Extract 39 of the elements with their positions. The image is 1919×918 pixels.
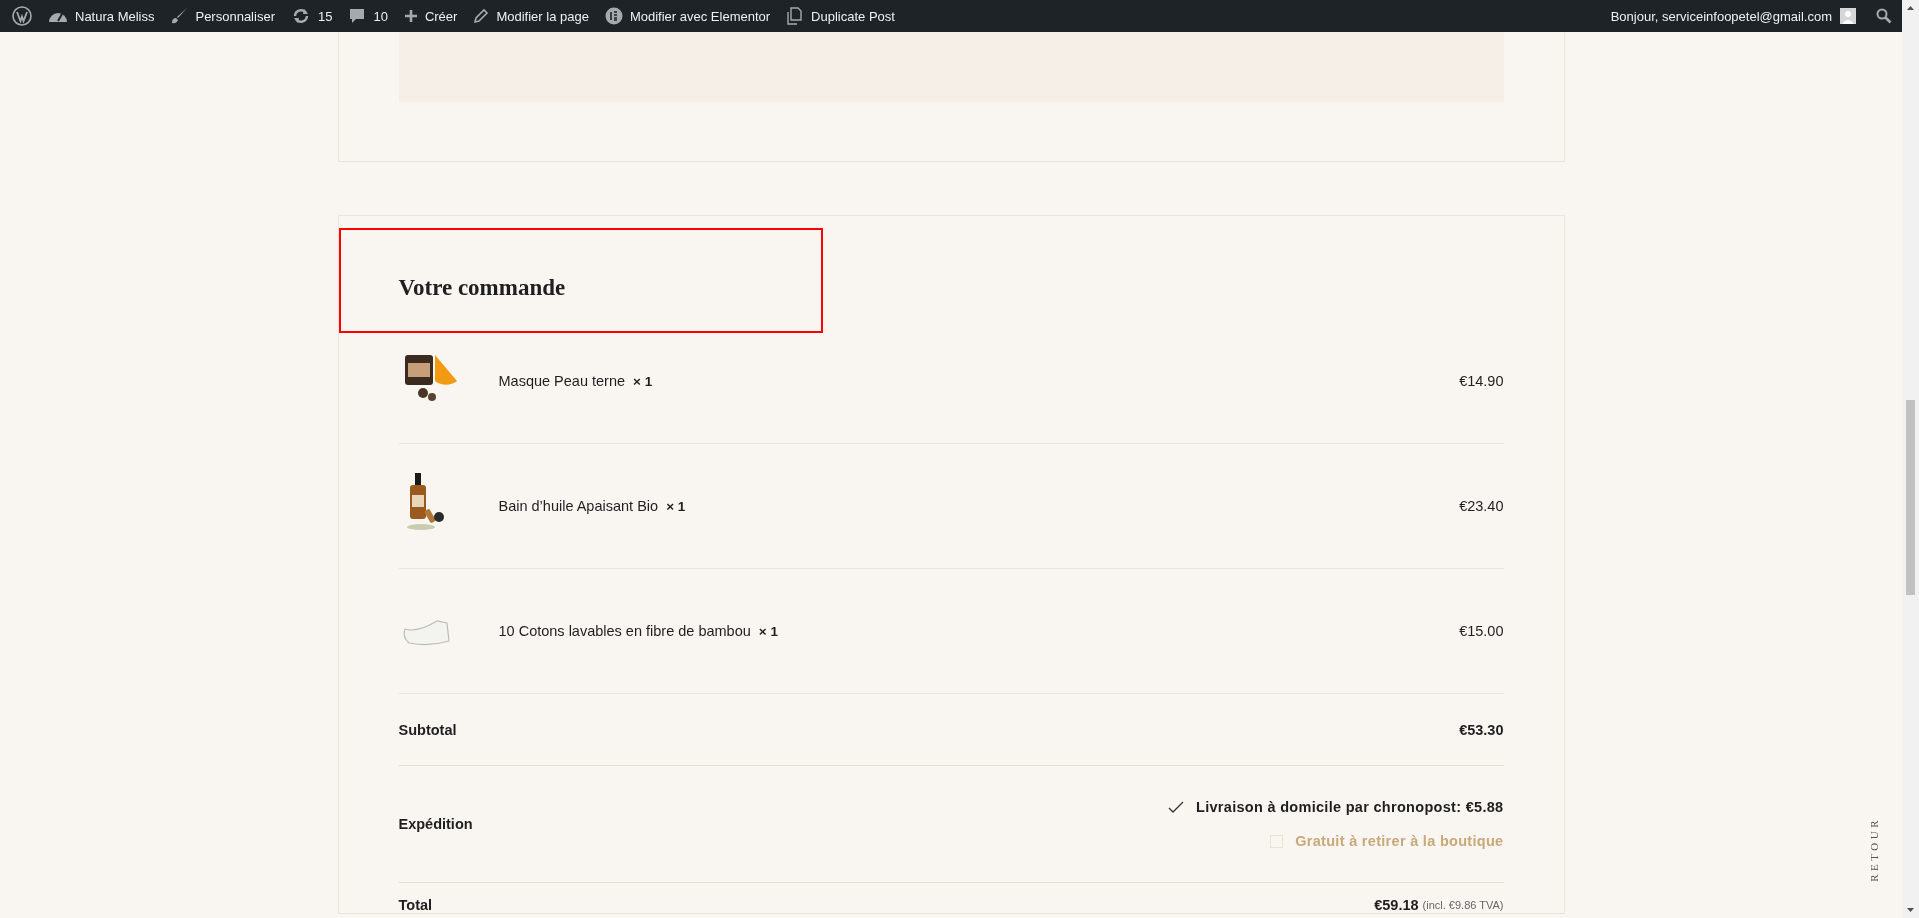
product-name: Masque Peau terne (498, 373, 626, 389)
product-price: €14.90 (1459, 373, 1504, 389)
admin-bar-link[interactable]: 15 (282, 0, 341, 32)
plus-icon (403, 9, 418, 23)
tax-note: (incl. €9.86 TVA) (1422, 899, 1504, 911)
copy-icon (786, 7, 805, 25)
product-name: Bain d’huile Apaisant Bio (498, 498, 659, 514)
admin-bar-link[interactable]: Personnaliser (162, 0, 283, 32)
wordpress-logo-icon[interactable] (12, 6, 32, 26)
shipping-option-label[interactable]: Livraison à domicile par chronopost: €5.88 (1195, 799, 1504, 815)
product-quantity: × 1 (633, 373, 653, 389)
avatar-icon (1840, 8, 1856, 24)
order-title: Votre commande (398, 274, 567, 302)
product-quantity: × 1 (666, 498, 686, 514)
admin-bar-link[interactable]: Créer (395, 0, 466, 32)
speech-bubble-icon (348, 7, 367, 25)
search-icon[interactable] (1876, 8, 1892, 24)
total-value: €59.18 (1374, 897, 1419, 913)
shipping-label: Expédition (398, 816, 474, 832)
product-price: €15.00 (1459, 623, 1504, 639)
admin-bar-link[interactable]: Natura Meliss (40, 0, 163, 32)
admin-bar-link[interactable]: 10 (340, 0, 396, 32)
admin-bar-link[interactable]: Duplicate Post (778, 0, 903, 32)
admin-bar-link[interactable]: Modifier la page (465, 0, 597, 32)
product-quantity: × 1 (758, 623, 778, 639)
back-link[interactable]: RETOUR (1868, 817, 1880, 882)
checkbox[interactable] (1270, 834, 1284, 848)
checkmark-icon[interactable] (1167, 801, 1184, 813)
subtotal-label: Subtotal (398, 721, 458, 738)
product-name: 10 Cotons lavables en fibre de bambou (498, 623, 751, 639)
paintbrush-icon (170, 7, 189, 25)
pencil-icon (473, 8, 490, 24)
scrollbar-thumb[interactable] (1906, 400, 1915, 595)
elementor-logo-icon (604, 7, 623, 25)
product-price: €23.40 (1459, 498, 1504, 514)
admin-bar-link[interactable]: Modifier avec Elementor (596, 0, 779, 32)
total-label: Total (398, 897, 434, 913)
greeting-link[interactable]: Bonjour, serviceinfoopetel@gmail.com (1610, 8, 1832, 24)
subtotal-value: €53.30 (1459, 721, 1504, 738)
